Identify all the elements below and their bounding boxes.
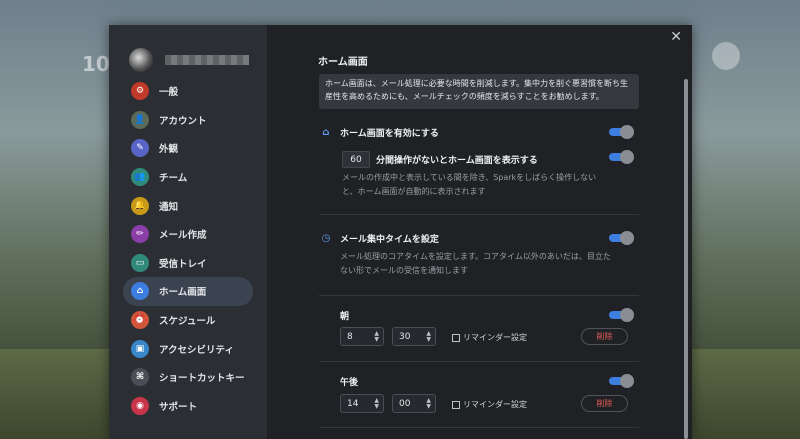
lifebuoy-icon: ◉ bbox=[131, 396, 149, 415]
person-icon: 👤 bbox=[131, 110, 149, 129]
inbox-icon: ▭ bbox=[131, 253, 149, 272]
idle-description: メールの作成中と表示している間を除き、Sparkをしばらく操作しないと、ホーム画… bbox=[342, 173, 597, 196]
slot-morning-reminder-label: リマインダー設定 bbox=[463, 333, 527, 342]
settings-content: ✕ ホーム画面 ホーム画面は、メール処理に必要な時間を削減します。集中力を削ぐ悪… bbox=[267, 25, 692, 439]
sidebar-item-label: チーム bbox=[159, 173, 188, 185]
sidebar-item-label: ホーム画面 bbox=[159, 287, 207, 299]
sidebar-item-bell[interactable]: 🔔 通知 bbox=[123, 191, 253, 220]
sidebar-item-label: アクセシビリティ bbox=[159, 344, 234, 356]
background-avatar bbox=[712, 42, 740, 70]
slot-morning-toggle[interactable] bbox=[609, 308, 634, 322]
sidebar-nav: ⚙ 一般 👤 アカウント ✎ 外観 👥 チーム 🔔 通知 ✏ メール作成 ▭ 受信トレイ ⌂ ホーム画面 ⏰ スケ… bbox=[123, 77, 253, 420]
sidebar-item-alarm[interactable]: ⏰ スケジュール bbox=[123, 306, 253, 335]
sidebar-item-team[interactable]: 👥 チーム bbox=[123, 163, 253, 192]
slot-afternoon-minute-select[interactable]: 00 ▲ ▼ bbox=[392, 394, 436, 413]
slot-morning-label: 朝 bbox=[340, 312, 350, 322]
brush-icon: ✎ bbox=[131, 139, 149, 158]
user-name-blurred bbox=[165, 55, 249, 65]
slot-afternoon-delete-button[interactable]: 削除 bbox=[581, 395, 628, 412]
slot-afternoon-reminder-label: リマインダー設定 bbox=[463, 400, 527, 409]
alarm-icon: ⏰ bbox=[131, 311, 149, 330]
home-icon: ⌂ bbox=[131, 282, 149, 301]
sidebar-item-command[interactable]: ⌘ ショートカットキー bbox=[123, 363, 253, 392]
divider bbox=[319, 361, 639, 362]
sidebar-item-gear[interactable]: ⚙ 一般 bbox=[123, 77, 253, 106]
idle-label: 分間操作がないとホーム画面を表示する bbox=[376, 156, 538, 166]
bell-icon: 🔔 bbox=[131, 196, 149, 215]
sidebar-item-person[interactable]: 👤 アカウント bbox=[123, 106, 253, 135]
stepper-icon: ▲ ▼ bbox=[426, 330, 431, 343]
gear-icon: ⚙ bbox=[131, 82, 149, 101]
avatar bbox=[129, 48, 153, 72]
checkbox-icon bbox=[452, 400, 460, 409]
sidebar-item-lifebuoy[interactable]: ◉ サポート bbox=[123, 392, 253, 421]
sidebar-item-label: 受信トレイ bbox=[159, 258, 207, 270]
slot-morning-hour-value: 8 bbox=[347, 331, 353, 342]
home-enable-toggle[interactable] bbox=[609, 125, 634, 139]
divider bbox=[319, 427, 639, 428]
slot-afternoon-hour-select[interactable]: 14 ▲ ▼ bbox=[340, 394, 384, 413]
divider bbox=[319, 214, 639, 215]
idle-minutes-input[interactable]: 60 bbox=[342, 151, 370, 168]
sidebar-item-label: 一般 bbox=[159, 87, 179, 99]
sidebar-item-label: アカウント bbox=[159, 115, 207, 127]
divider bbox=[319, 295, 639, 296]
scrollbar[interactable] bbox=[684, 79, 688, 439]
sidebar-item-label: 通知 bbox=[159, 201, 179, 213]
command-icon: ⌘ bbox=[131, 368, 149, 387]
sidebar-item-monitor[interactable]: ▣ アクセシビリティ bbox=[123, 334, 253, 363]
team-icon: 👥 bbox=[131, 168, 149, 187]
slot-morning-minute-value: 30 bbox=[399, 331, 411, 342]
close-icon[interactable]: ✕ bbox=[670, 29, 682, 45]
slot-afternoon-minute-value: 00 bbox=[399, 398, 411, 409]
stepper-icon: ▲ ▼ bbox=[374, 330, 379, 343]
sidebar-item-label: サポート bbox=[159, 401, 198, 413]
background-clock: 10 bbox=[82, 52, 110, 76]
settings-modal: ⚙ 一般 👤 アカウント ✎ 外観 👥 チーム 🔔 通知 ✏ メール作成 ▭ 受信トレイ ⌂ ホーム画面 ⏰ スケ… bbox=[109, 25, 692, 439]
sidebar-item-pen[interactable]: ✏ メール作成 bbox=[123, 220, 253, 249]
slot-afternoon-toggle[interactable] bbox=[609, 374, 634, 388]
sidebar-item-label: メール作成 bbox=[159, 230, 207, 242]
slot-morning-reminder-checkbox[interactable]: リマインダー設定 bbox=[452, 332, 527, 343]
home-enable-label: ホーム画面を有効にする bbox=[340, 129, 439, 139]
idle-toggle[interactable] bbox=[609, 150, 634, 164]
sidebar-item-label: 外観 bbox=[159, 144, 179, 156]
info-banner: ホーム画面は、メール処理に必要な時間を削減します。集中力を削ぐ悪習慣を断ち生産性… bbox=[319, 74, 639, 109]
page-title: ホーム画面 bbox=[318, 57, 368, 68]
sidebar-item-brush[interactable]: ✎ 外観 bbox=[123, 134, 253, 163]
sidebar-item-label: ショートカットキー bbox=[159, 373, 245, 385]
home-icon: ⌂ bbox=[322, 127, 330, 138]
monitor-icon: ▣ bbox=[131, 339, 149, 358]
focus-row: ◷ メール集中タイムを設定 bbox=[320, 232, 439, 245]
user-profile[interactable] bbox=[129, 47, 249, 73]
idle-row: 分間操作がないとホーム画面を表示する bbox=[376, 153, 538, 166]
stepper-icon: ▲ ▼ bbox=[426, 397, 431, 410]
slot-morning-delete-button[interactable]: 削除 bbox=[581, 328, 628, 345]
focus-label: メール集中タイムを設定 bbox=[340, 235, 439, 245]
focus-description: メール処理のコアタイムを設定します。コアタイム以外のあいだは、目立たない形でメー… bbox=[340, 252, 611, 275]
sidebar-item-home[interactable]: ⌂ ホーム画面 bbox=[123, 277, 253, 306]
slot-morning-minute-select[interactable]: 30 ▲ ▼ bbox=[392, 327, 436, 346]
scrollbar-thumb[interactable] bbox=[684, 79, 688, 439]
home-enable-row: ⌂ ホーム画面を有効にする bbox=[320, 126, 439, 139]
settings-sidebar: ⚙ 一般 👤 アカウント ✎ 外観 👥 チーム 🔔 通知 ✏ メール作成 ▭ 受信トレイ ⌂ ホーム画面 ⏰ スケ… bbox=[109, 25, 267, 439]
checkbox-icon bbox=[452, 333, 460, 342]
slot-afternoon-label: 午後 bbox=[340, 378, 359, 388]
sidebar-item-inbox[interactable]: ▭ 受信トレイ bbox=[123, 249, 253, 278]
stepper-icon: ▲ ▼ bbox=[374, 397, 379, 410]
slot-afternoon-reminder-checkbox[interactable]: リマインダー設定 bbox=[452, 399, 527, 410]
slot-morning-hour-select[interactable]: 8 ▲ ▼ bbox=[340, 327, 384, 346]
focus-toggle[interactable] bbox=[609, 231, 634, 245]
clock-icon: ◷ bbox=[321, 233, 331, 244]
pen-icon: ✏ bbox=[131, 225, 149, 244]
slot-afternoon-hour-value: 14 bbox=[347, 398, 359, 409]
sidebar-item-label: スケジュール bbox=[159, 316, 216, 328]
